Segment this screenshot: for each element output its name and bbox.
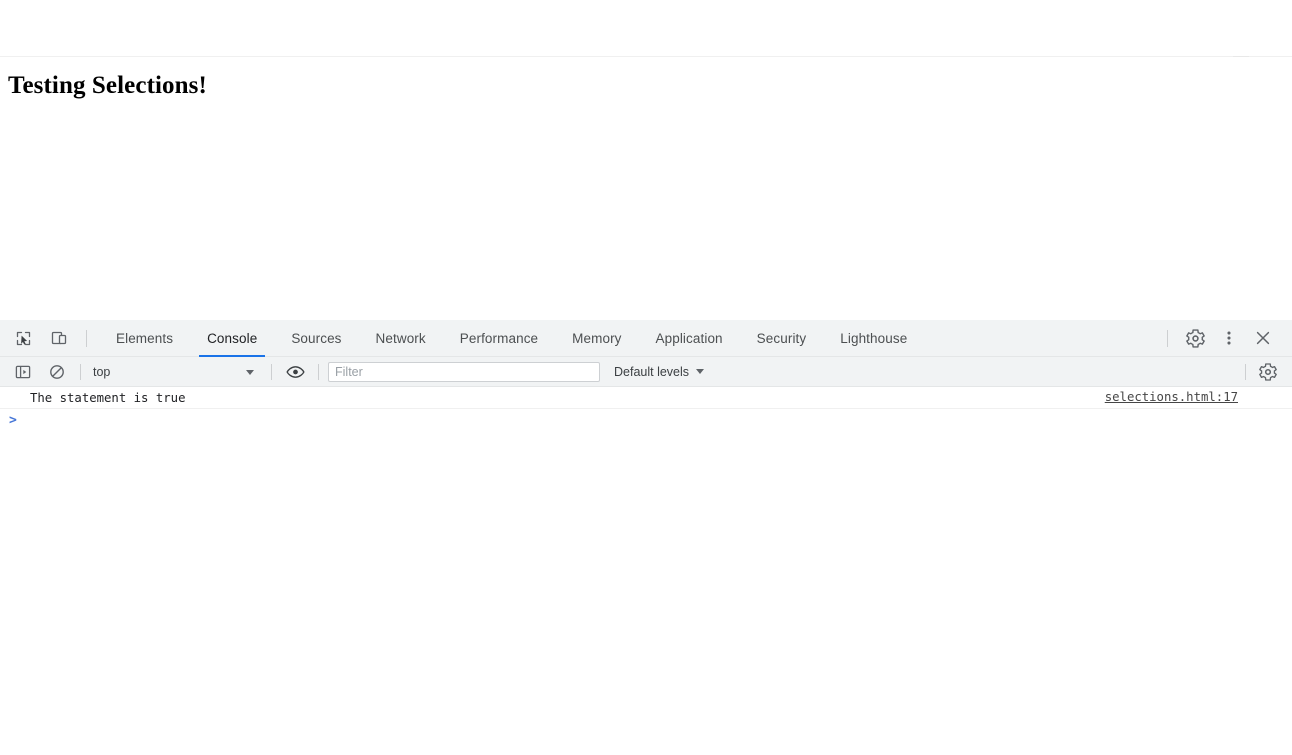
tab-network[interactable]: Network (359, 320, 443, 357)
console-prompt-input[interactable] (16, 410, 1292, 430)
devtools-panel: Elements Console Sources Network Perform… (0, 320, 1292, 755)
eye-icon[interactable] (281, 360, 309, 384)
toolbar-divider (1245, 363, 1246, 380)
page-title: Testing Selections! (8, 72, 207, 99)
tab-memory[interactable]: Memory (555, 320, 638, 357)
console-message-row[interactable]: The statement is true selections.html:17 (0, 387, 1292, 409)
inspect-cursor-icon[interactable] (8, 324, 38, 352)
toolbar-divider (271, 363, 272, 380)
clear-console-icon[interactable] (43, 360, 71, 384)
console-sidebar-icon[interactable] (9, 360, 37, 384)
devtools-tabbar: Elements Console Sources Network Perform… (0, 320, 1292, 357)
toolbar-divider (86, 329, 87, 347)
toolbar-divider (318, 363, 319, 380)
tab-lighthouse[interactable]: Lighthouse (823, 320, 924, 357)
console-toolbar: top Default levels (0, 357, 1292, 387)
toolbar-divider (1167, 329, 1168, 347)
console-prompt-row[interactable]: > (0, 409, 1292, 431)
console-message-text: The statement is true (30, 390, 186, 405)
log-levels-selector[interactable]: Default levels (614, 364, 705, 379)
prompt-caret-icon: > (9, 412, 17, 428)
log-levels-label: Default levels (614, 364, 690, 379)
toolbar-divider (80, 363, 81, 380)
tab-elements[interactable]: Elements (99, 320, 190, 357)
execution-context-value: top (93, 364, 111, 379)
kebab-menu-icon[interactable] (1212, 324, 1246, 352)
gear-icon[interactable] (1254, 360, 1282, 384)
page-top-divider (0, 56, 1292, 57)
tab-security[interactable]: Security (740, 320, 824, 357)
filter-input[interactable] (328, 361, 600, 382)
tab-console[interactable]: Console (190, 320, 274, 357)
chevron-down-icon (246, 369, 254, 375)
gear-icon[interactable] (1178, 324, 1212, 352)
chevron-down-icon (696, 369, 705, 374)
web-page-content: Testing Selections! (0, 0, 1292, 320)
console-output-area[interactable]: The statement is true selections.html:17… (0, 387, 1292, 753)
close-icon[interactable] (1246, 324, 1280, 352)
tab-application[interactable]: Application (639, 320, 740, 357)
page-top-divider-right (1233, 56, 1249, 57)
console-source-link[interactable]: selections.html:17 (1105, 390, 1238, 404)
tab-sources[interactable]: Sources (274, 320, 358, 357)
devtools-tab-list: Elements Console Sources Network Perform… (99, 320, 924, 357)
execution-context-selector[interactable]: top (90, 361, 262, 383)
console-toolbar-actions (1245, 360, 1292, 384)
device-toolbar-icon[interactable] (44, 324, 74, 352)
devtools-tabbar-actions (1165, 324, 1292, 352)
tab-performance[interactable]: Performance (443, 320, 555, 357)
